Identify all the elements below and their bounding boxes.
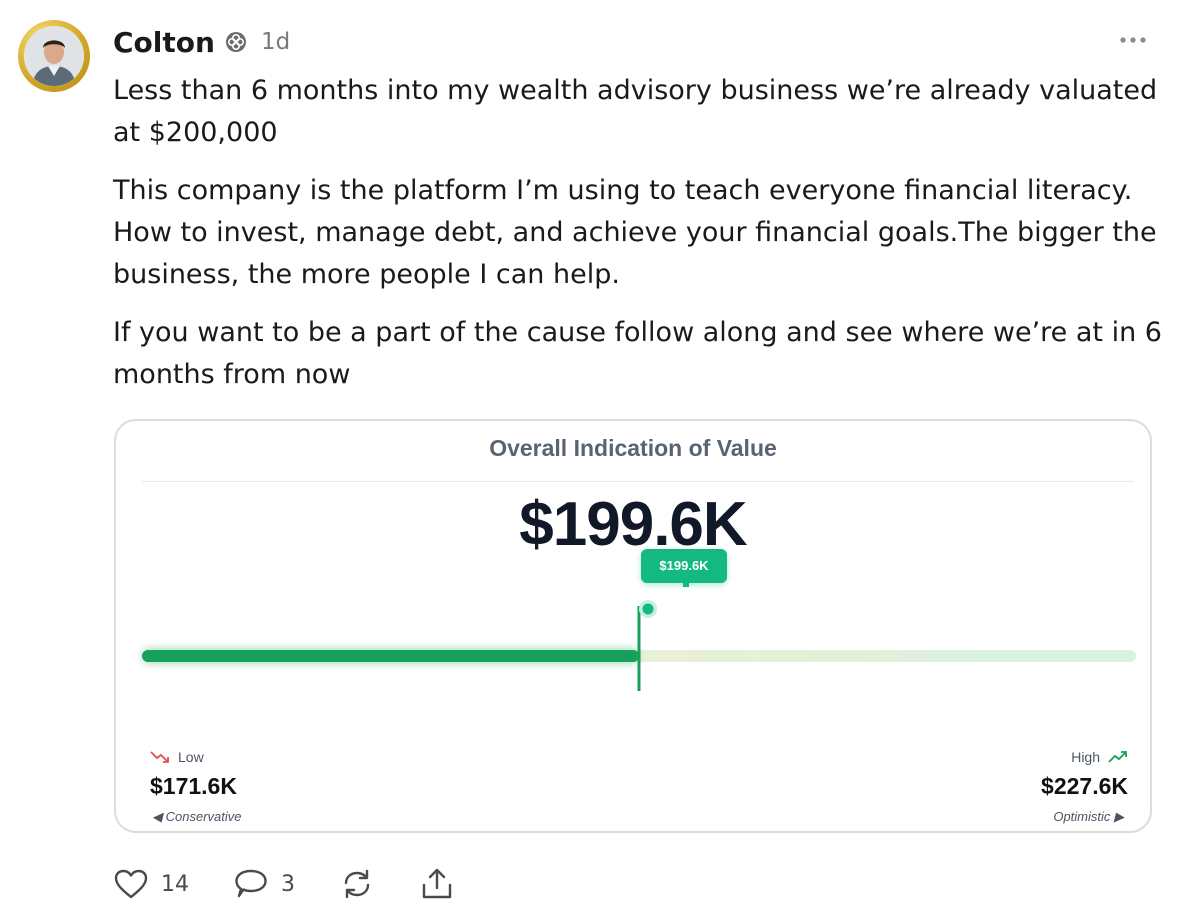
high-value: $227.6K — [1041, 773, 1128, 799]
trend-up-icon — [1108, 751, 1127, 763]
post-paragraph: Less than 6 months into my wealth adviso… — [113, 75, 1158, 148]
heart-icon — [114, 869, 148, 899]
post-paragraph: If you want to be a part of the cause fo… — [113, 317, 1162, 390]
tooltip-pointer — [683, 581, 689, 587]
low-note: ◀ Conservative — [152, 809, 242, 824]
share-button[interactable] — [419, 867, 455, 901]
comment-count: 3 — [281, 871, 295, 897]
post-timestamp[interactable]: 1d — [261, 29, 290, 55]
range-fill — [142, 650, 639, 662]
author-name[interactable]: Colton — [113, 26, 215, 59]
high-label: High — [1071, 749, 1128, 765]
repost-icon — [344, 869, 370, 899]
post-action-bar: 14 3 — [113, 864, 499, 904]
repost-button[interactable] — [339, 867, 375, 901]
like-count: 14 — [161, 871, 189, 897]
post-header: Colton 1d — [113, 24, 290, 60]
valuation-card-image[interactable]: Overall Indication of Value $199.6K $199… — [114, 419, 1152, 833]
low-label: Low — [150, 749, 204, 765]
low-label-text: Low — [178, 749, 204, 765]
share-icon — [422, 868, 452, 899]
author-avatar[interactable] — [18, 20, 90, 92]
post-body: Less than 6 months into my wealth adviso… — [113, 70, 1163, 412]
low-value: $171.6K — [150, 773, 237, 799]
comment-icon — [235, 869, 267, 898]
value-marker-tooltip: $199.6K — [641, 549, 727, 583]
valuation-range-bar — [142, 600, 1136, 691]
comment-button[interactable]: 3 — [233, 868, 295, 900]
verified-badge-icon — [225, 31, 247, 53]
high-note: Optimistic ▶ — [1053, 809, 1124, 824]
more-options-icon[interactable] — [1118, 30, 1148, 50]
post-paragraph: This company is the platform I’m using t… — [113, 175, 1157, 290]
trend-down-icon — [150, 751, 169, 763]
avatar-photo — [24, 26, 84, 86]
value-marker-dot — [642, 603, 654, 615]
like-button[interactable]: 14 — [113, 868, 189, 900]
high-label-text: High — [1071, 749, 1100, 765]
person-photo-icon — [24, 26, 84, 86]
